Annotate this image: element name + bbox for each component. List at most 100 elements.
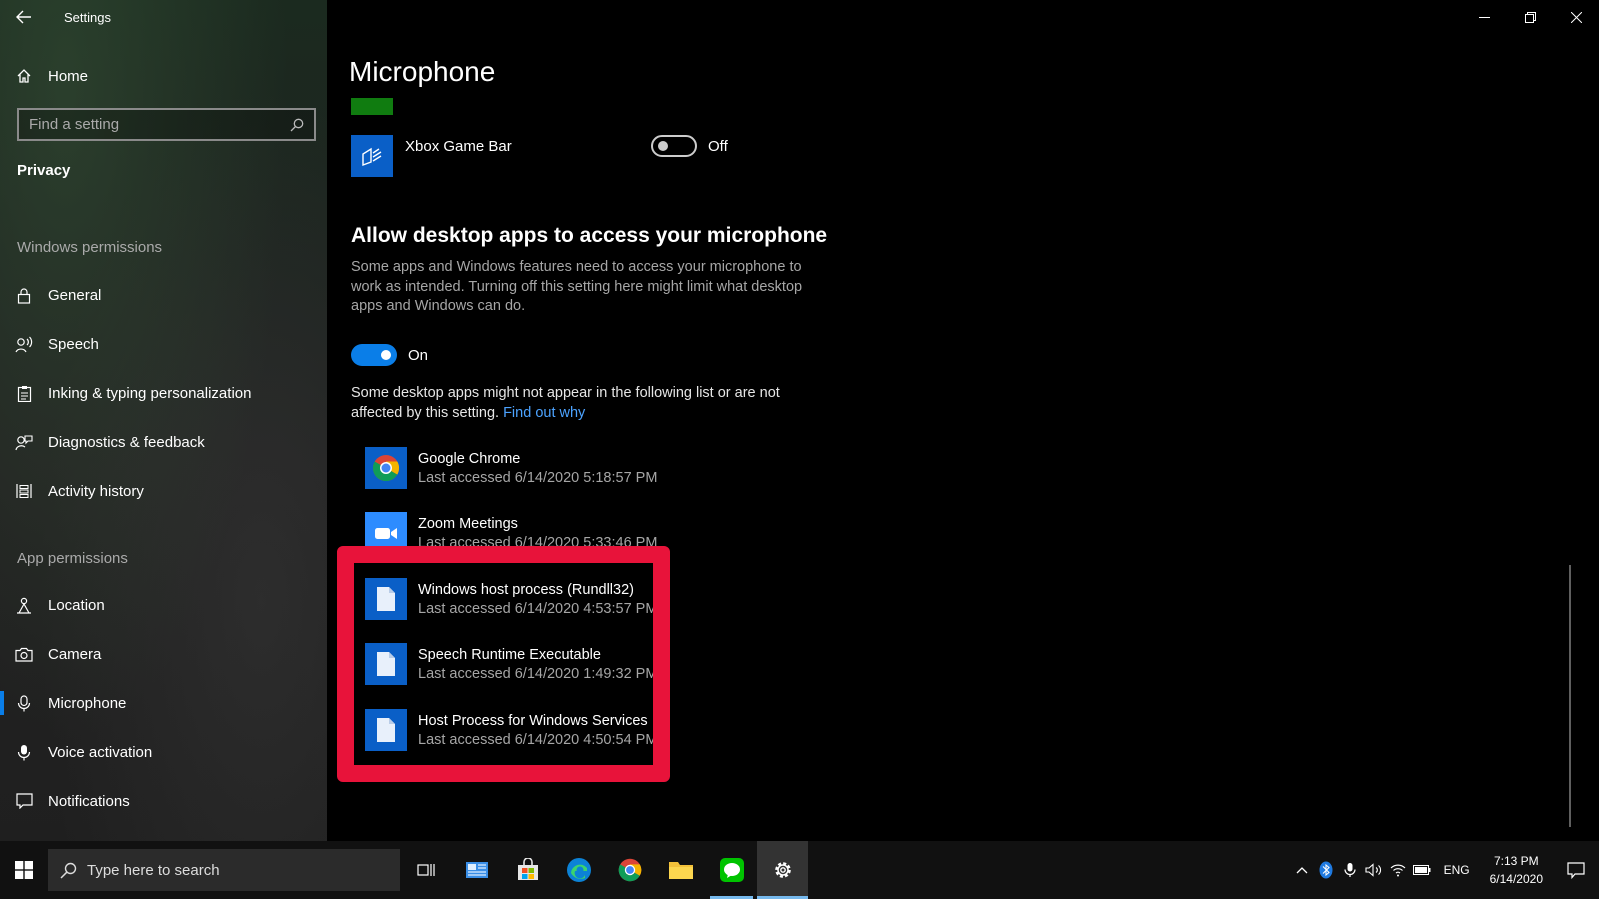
chevron-up-icon — [1296, 867, 1308, 874]
sidebar-item-voice-activation[interactable]: Voice activation — [0, 732, 327, 772]
feedback-icon — [0, 434, 48, 451]
sidebar-item-label: Inking & typing personalization — [48, 384, 252, 402]
desktop-apps-description: Some apps and Windows features need to a… — [351, 259, 803, 314]
edge-icon — [566, 858, 591, 882]
minimize-button[interactable] — [1461, 0, 1507, 34]
microphone-icon — [1343, 863, 1356, 877]
desktop-apps-toggle[interactable] — [351, 344, 397, 366]
action-center-button[interactable] — [1553, 841, 1599, 899]
taskbar-app-chrome[interactable] — [604, 841, 655, 899]
sidebar-item-inking-typing[interactable]: Inking & typing personalization — [0, 373, 327, 413]
taskbar-search-input[interactable] — [87, 861, 367, 879]
toggle-knob — [658, 141, 668, 151]
settings-search-box[interactable] — [17, 108, 316, 141]
sidebar-item-general[interactable]: General — [0, 275, 327, 315]
nav-home-label: Home — [48, 67, 89, 85]
sidebar-item-location[interactable]: Location — [0, 585, 327, 625]
microphone-in-use-button[interactable] — [1338, 841, 1362, 899]
taskbar-app-settings[interactable] — [757, 841, 808, 899]
volume-icon — [1365, 863, 1381, 877]
app-entry-zoom-meetings: Zoom Meetings Last accessed 6/14/2020 5:… — [365, 512, 665, 549]
input-language-indicator[interactable]: ENG — [1434, 863, 1480, 877]
toggle-knob — [381, 350, 391, 360]
sidebar-item-activity-history[interactable]: Activity history — [0, 471, 327, 511]
bluetooth-tray-button[interactable] — [1314, 841, 1338, 899]
app-name: Google Chrome — [418, 451, 521, 467]
taskbar-clock[interactable]: 7:13 PM 6/14/2020 — [1480, 852, 1553, 888]
desktop-apps-note: Some desktop apps might not appear in th… — [351, 384, 811, 423]
minimize-icon — [1478, 16, 1490, 18]
lock-icon — [0, 287, 48, 304]
clock-time: 7:13 PM — [1493, 854, 1539, 868]
app-text: Google Chrome Last accessed 6/14/2020 5:… — [418, 450, 657, 488]
xbox-game-bar-name: Xbox Game Bar — [405, 138, 512, 155]
voice-activation-icon — [0, 744, 48, 761]
line-icon — [719, 858, 744, 882]
sidebar-item-label: Notifications — [48, 792, 130, 810]
sidebar-item-label: General — [48, 286, 102, 304]
taskbar-app-line[interactable] — [706, 841, 757, 899]
taskbar-app-news[interactable] — [451, 841, 502, 899]
taskbar-search-box[interactable] — [48, 849, 400, 891]
xbox-game-bar-icon — [351, 135, 393, 177]
settings-search-input[interactable] — [29, 116, 269, 133]
news-icon — [465, 862, 488, 878]
restore-button[interactable] — [1507, 0, 1553, 34]
partial-app-tile — [351, 98, 393, 115]
sidebar-item-diagnostics[interactable]: Diagnostics & feedback — [0, 422, 327, 462]
zoom-icon — [365, 512, 407, 549]
microphone-icon — [0, 694, 48, 712]
start-button[interactable] — [0, 841, 48, 899]
sidebar-item-label: Camera — [48, 645, 102, 663]
close-button[interactable] — [1553, 0, 1599, 34]
volume-button[interactable] — [1362, 841, 1386, 899]
page-title: Microphone — [349, 56, 496, 87]
sidebar-item-label: Activity history — [48, 482, 144, 500]
network-button[interactable] — [1386, 841, 1410, 899]
back-button[interactable] — [0, 0, 48, 34]
window-controls — [1461, 0, 1599, 34]
clipboard-icon — [0, 385, 48, 402]
sidebar-item-camera[interactable]: Camera — [0, 634, 327, 674]
find-out-why-link[interactable]: Find out why — [503, 405, 585, 421]
location-icon — [0, 597, 48, 614]
notifications-icon — [0, 793, 48, 809]
activity-history-icon — [0, 483, 48, 499]
speech-icon — [0, 336, 48, 353]
app-permissions-title: App permissions — [17, 550, 128, 567]
store-icon — [517, 858, 538, 880]
sidebar-item-microphone[interactable]: Microphone — [0, 683, 327, 723]
desktop-apps-heading: Allow desktop apps to access your microp… — [351, 224, 828, 247]
taskbar-app-edge[interactable] — [553, 841, 604, 899]
show-hidden-icons-button[interactable] — [1290, 841, 1314, 899]
gear-icon — [774, 862, 791, 878]
camera-icon — [0, 647, 48, 662]
close-icon — [1570, 11, 1582, 23]
restore-icon — [1524, 11, 1536, 23]
action-center-icon — [1567, 861, 1585, 879]
xbox-game-bar-row — [351, 135, 393, 177]
xbox-toggle-state: Off — [708, 138, 728, 155]
sidebar-item-label: Diagnostics & feedback — [48, 433, 205, 451]
settings-sidebar: Settings Home Privacy Windows permission… — [0, 0, 327, 858]
taskbar: ENG 7:13 PM 6/14/2020 — [0, 841, 1599, 899]
sidebar-item-label: Voice activation — [48, 743, 153, 761]
main-content: Microphone Xbox Game Bar Off Allow deskt… — [327, 0, 1599, 858]
sidebar-item-notifications[interactable]: Notifications — [0, 781, 327, 821]
task-view-button[interactable] — [400, 841, 451, 899]
taskbar-app-file-explorer[interactable] — [655, 841, 706, 899]
system-tray: ENG 7:13 PM 6/14/2020 — [1290, 841, 1599, 899]
scrollbar[interactable] — [1569, 565, 1571, 827]
folder-icon — [668, 862, 693, 879]
app-name: Zoom Meetings — [418, 516, 518, 532]
taskbar-app-store[interactable] — [502, 841, 553, 899]
windows-logo-icon — [15, 861, 33, 879]
nav-home[interactable]: Home — [0, 60, 327, 92]
sidebar-item-label: Speech — [48, 335, 99, 353]
xbox-game-bar-toggle[interactable] — [651, 135, 697, 157]
sidebar-item-speech[interactable]: Speech — [0, 324, 327, 364]
battery-button[interactable] — [1410, 841, 1434, 899]
title-bar: Settings — [0, 0, 327, 34]
search-icon — [290, 118, 304, 131]
battery-icon — [1412, 865, 1431, 875]
